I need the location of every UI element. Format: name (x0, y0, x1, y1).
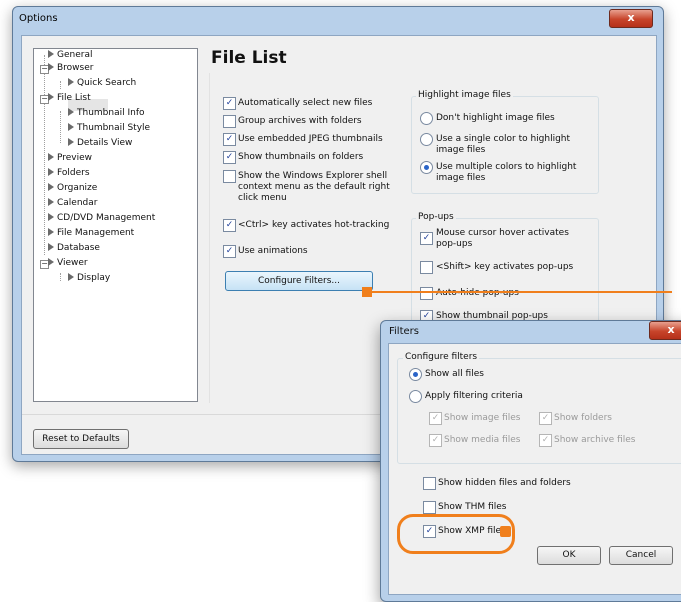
tree-item-file-list[interactable]: File List (48, 93, 91, 104)
apply-criteria-label: Apply filtering criteria (425, 391, 523, 401)
tree-item-preview[interactable]: Preview (48, 153, 92, 164)
tree-line (60, 273, 61, 281)
callout-marker (362, 287, 372, 297)
page-title: File List (211, 48, 287, 68)
no-highlight-radio[interactable] (420, 112, 433, 125)
tree-item-general[interactable]: General (48, 50, 92, 61)
show-folders-checkbox[interactable]: ✓ (539, 412, 552, 425)
tree-line (60, 81, 61, 89)
tree-item-viewer[interactable]: Viewer (48, 258, 88, 269)
show-image-files-checkbox[interactable]: ✓ (429, 412, 442, 425)
triangle-icon (68, 78, 74, 86)
embedded-jpeg-label: Use embedded JPEG thumbnails (238, 134, 383, 144)
triangle-icon (48, 153, 54, 161)
triangle-icon (48, 168, 54, 176)
hidden-files-label: Show hidden files and folders (438, 478, 571, 488)
multiple-colors-label: Use multiple colors to highlight image f… (436, 162, 577, 183)
filters-client: Configure filters Show all files Apply f… (388, 343, 681, 595)
show-folders-label: Show folders (554, 413, 612, 423)
tree-item-calendar[interactable]: Calendar (48, 198, 97, 209)
auto-select-checkbox[interactable]: ✓ (223, 97, 236, 110)
dialog-title: Filters (389, 326, 419, 337)
show-media-files-label: Show media files (444, 435, 521, 445)
tree-item-folders[interactable]: Folders (48, 168, 90, 179)
apply-criteria-radio[interactable] (409, 390, 422, 403)
hover-popups-checkbox[interactable]: ✓ (420, 232, 433, 245)
close-button[interactable]: x (649, 321, 681, 340)
triangle-icon (48, 50, 54, 58)
embedded-jpeg-checkbox[interactable]: ✓ (223, 133, 236, 146)
tree-item-browser[interactable]: Browser (48, 63, 93, 74)
thm-files-checkbox[interactable] (423, 501, 436, 514)
tree-item-thumbnail-style[interactable]: Thumbnail Style (68, 123, 150, 134)
no-highlight-label: Don't highlight image files (436, 113, 555, 123)
shell-menu-checkbox[interactable] (223, 170, 236, 183)
highlight-ring (397, 514, 515, 554)
animations-label: Use animations (238, 246, 308, 256)
animations-checkbox[interactable]: ✓ (223, 245, 236, 258)
callout-line (372, 291, 672, 293)
auto-hide-label: Auto-hide pop-ups (436, 288, 519, 298)
group-archives-checkbox[interactable] (223, 115, 236, 128)
tree-item-file-management[interactable]: File Management (48, 228, 134, 239)
ok-button[interactable]: OK (537, 546, 601, 565)
tree-item-organize[interactable]: Organize (48, 183, 97, 194)
triangle-icon (48, 213, 54, 221)
tree-line (44, 55, 45, 255)
configure-filters-button[interactable]: Configure Filters... (225, 271, 373, 291)
auto-hide-checkbox[interactable] (420, 287, 433, 300)
highlight-group-title: Highlight image files (416, 90, 513, 100)
shell-menu-label: Show the Windows Explorer shell context … (238, 171, 390, 203)
hidden-files-checkbox[interactable] (423, 477, 436, 490)
single-color-radio[interactable] (420, 133, 433, 146)
auto-select-label: Automatically select new files (238, 98, 373, 108)
category-tree[interactable]: General − Browser Quick Search − File Li… (33, 48, 198, 402)
popups-group-title: Pop-ups (416, 212, 456, 222)
cancel-button[interactable]: Cancel (609, 546, 673, 565)
triangle-icon (48, 183, 54, 191)
thm-files-label: Show THM files (438, 502, 507, 512)
triangle-icon (48, 93, 54, 101)
triangle-icon (48, 258, 54, 266)
filters-dialog: Filters x Configure filters Show all fil… (380, 320, 681, 602)
triangle-icon (68, 273, 74, 281)
configure-filters-title: Configure filters (403, 352, 480, 362)
multiple-colors-radio[interactable] (420, 161, 433, 174)
tree-item-details-view[interactable]: Details View (68, 138, 132, 149)
tree-item-display[interactable]: Display (68, 273, 110, 284)
window-title: Options (19, 13, 58, 24)
thumbnails-folders-label: Show thumbnails on folders (238, 152, 364, 162)
reset-defaults-button[interactable]: Reset to Defaults (33, 429, 129, 449)
tree-line (60, 111, 61, 143)
triangle-icon (48, 243, 54, 251)
show-archive-files-label: Show archive files (554, 435, 636, 445)
group-archives-label: Group archives with folders (238, 116, 362, 126)
thumbnails-folders-checkbox[interactable]: ✓ (223, 151, 236, 164)
show-all-radio[interactable] (409, 368, 422, 381)
ctrl-hot-tracking-checkbox[interactable]: ✓ (223, 219, 236, 232)
triangle-icon (48, 228, 54, 236)
show-media-files-checkbox[interactable]: ✓ (429, 434, 442, 447)
show-all-label: Show all files (425, 369, 484, 379)
triangle-icon (68, 138, 74, 146)
single-color-label: Use a single color to highlight image fi… (436, 134, 571, 155)
triangle-icon (48, 63, 54, 71)
show-image-files-label: Show image files (444, 413, 521, 423)
callout-marker (500, 526, 511, 537)
show-archive-files-checkbox[interactable]: ✓ (539, 434, 552, 447)
close-button[interactable]: x (609, 9, 653, 28)
triangle-icon (48, 198, 54, 206)
tree-item-database[interactable]: Database (48, 243, 100, 254)
ctrl-hot-tracking-label: <Ctrl> key activates hot-tracking (238, 220, 390, 230)
tree-item-cd-dvd-management[interactable]: CD/DVD Management (48, 213, 155, 224)
triangle-icon (68, 123, 74, 131)
shift-popups-checkbox[interactable] (420, 261, 433, 274)
tree-item-quick-search[interactable]: Quick Search (68, 78, 136, 89)
hover-popups-label: Mouse cursor hover activates pop-ups (436, 228, 569, 249)
tree-item-thumbnail-info[interactable]: Thumbnail Info (68, 108, 145, 119)
shift-popups-label: <Shift> key activates pop-ups (436, 262, 574, 272)
triangle-icon (68, 108, 74, 116)
